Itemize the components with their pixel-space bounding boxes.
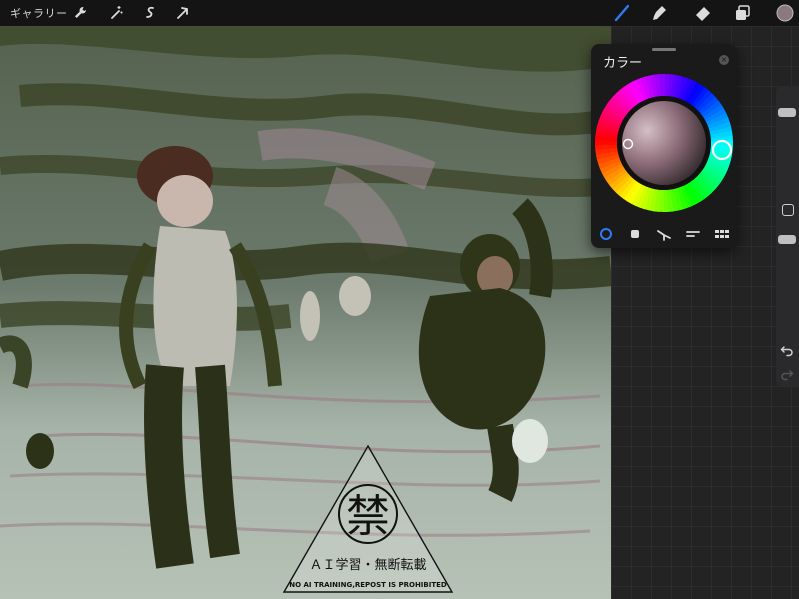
classic-mode-icon[interactable] [627,226,643,242]
close-icon[interactable]: × [719,55,729,65]
value-mode-icon[interactable] [685,226,701,242]
palettes-mode-icon[interactable] [714,226,730,242]
watermark-line1: ＡＩ学習・無断転載 [309,557,426,573]
selection-icon[interactable] [140,3,160,23]
top-toolbar: ギャラリー [0,0,799,26]
drawing-canvas[interactable]: 禁 ＡＩ学習・無断転載 NO AI TRAINING,REPOST IS PRO… [0,26,611,599]
eraser-icon[interactable] [693,3,713,23]
disc-mode-icon[interactable] [598,226,614,242]
panel-title: カラー [603,56,643,71]
color-swatch[interactable] [775,3,795,23]
brush-size-slider[interactable] [778,108,796,117]
color-wheel[interactable] [594,73,734,213]
modify-button[interactable] [782,204,794,216]
brush-sidebar [776,86,799,386]
magic-wand-icon[interactable] [106,3,126,23]
panel-grabber[interactable] [652,48,676,51]
layers-icon[interactable] [733,3,753,23]
harmony-mode-icon[interactable] [656,226,672,242]
redo-icon[interactable] [780,366,794,381]
watermark-kanji: 禁 [346,491,390,542]
opacity-slider[interactable] [778,235,796,244]
wrench-icon[interactable] [70,3,90,23]
brush-icon[interactable] [612,3,632,23]
undo-icon[interactable] [780,342,794,357]
color-panel: カラー × [591,44,737,248]
watermark-line2: NO AI TRAINING,REPOST IS PROHIBITED [289,581,447,589]
transform-arrow-icon[interactable] [173,3,193,23]
artwork: 禁 ＡＩ学習・無断転載 NO AI TRAINING,REPOST IS PRO… [0,26,611,599]
smudge-icon[interactable] [650,3,670,23]
gallery-button[interactable]: ギャラリー [10,5,68,21]
